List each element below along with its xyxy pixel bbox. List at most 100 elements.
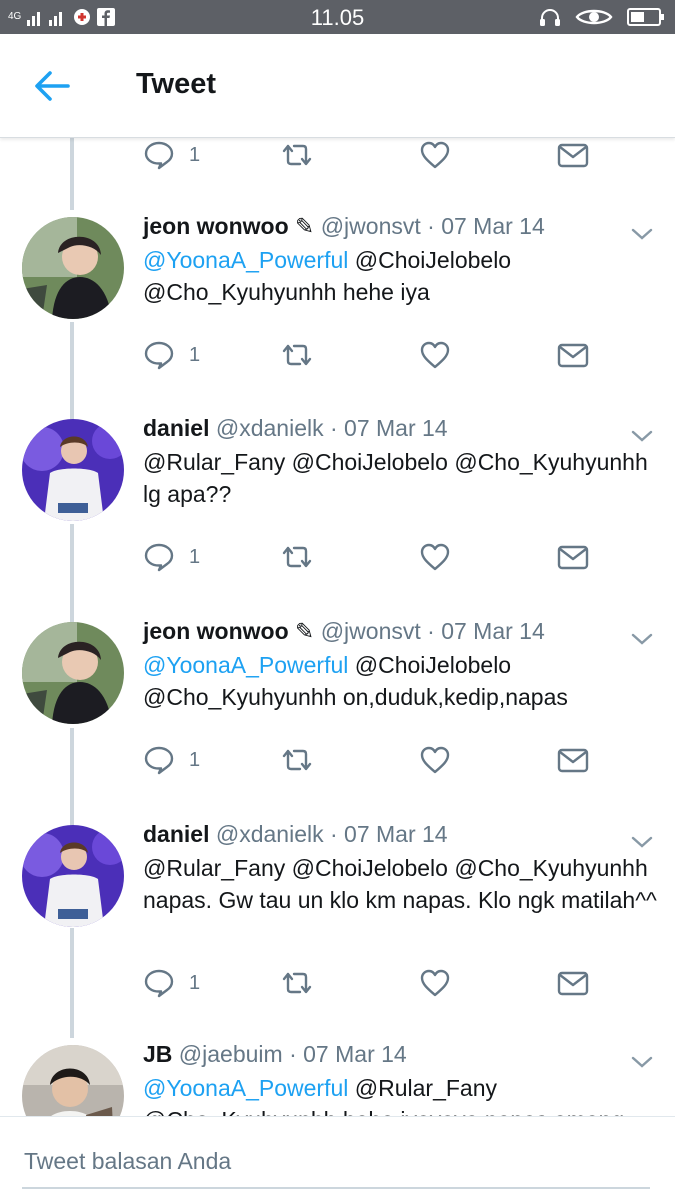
direct-message-button[interactable] bbox=[557, 540, 589, 574]
heart-icon bbox=[420, 969, 450, 997]
like-button[interactable] bbox=[419, 540, 451, 574]
heart-icon bbox=[420, 746, 450, 774]
tweet[interactable]: daniel @xdanielk · 07 Mar 14 @Rular_Fany… bbox=[0, 412, 675, 614]
avatar[interactable] bbox=[22, 419, 124, 521]
conversation-thread[interactable]: 1 jeon wonwoo ✎ @jwonsvt · 07 Mar 14 @Yo… bbox=[0, 138, 675, 1116]
status-right bbox=[539, 6, 665, 28]
reply-icon bbox=[144, 969, 174, 998]
tweet-actions: 1 bbox=[143, 138, 603, 172]
avatar[interactable] bbox=[22, 1045, 124, 1116]
chevron-down-icon[interactable] bbox=[630, 428, 654, 444]
reply-button[interactable]: 1 bbox=[143, 138, 200, 172]
tweet-date: · 07 Mar 14 bbox=[329, 415, 448, 441]
reply-icon bbox=[144, 543, 174, 572]
reply-icon bbox=[144, 746, 174, 775]
mention-link[interactable]: @YoonaA_Powerful bbox=[143, 247, 348, 273]
retweet-icon bbox=[282, 972, 312, 994]
tweet-text: @YoonaA_Powerful @ChoiJelobelo @Cho_Kyuh… bbox=[143, 649, 658, 713]
tweet-date: · 07 Mar 14 bbox=[289, 1041, 407, 1067]
mention-link[interactable]: @YoonaA_Powerful bbox=[143, 1075, 348, 1101]
reply-icon bbox=[144, 341, 174, 370]
envelope-icon bbox=[557, 971, 589, 996]
reply-count: 1 bbox=[189, 748, 201, 771]
reply-button[interactable]: 1 bbox=[143, 743, 200, 777]
reply-input[interactable] bbox=[22, 1135, 650, 1189]
direct-message-button[interactable] bbox=[557, 138, 589, 172]
retweet-button[interactable] bbox=[279, 338, 315, 372]
tweet-text: @Rular_Fany @ChoiJelobelo @Cho_Kyuhyunhh… bbox=[143, 449, 648, 507]
display-name[interactable]: jeon wonwoo ✎ bbox=[143, 213, 314, 239]
back-button[interactable] bbox=[32, 68, 72, 104]
retweet-button[interactable] bbox=[279, 743, 315, 777]
tweet-text: @Rular_Fany @ChoiJelobelo @Cho_Kyuhyunhh… bbox=[143, 855, 657, 913]
chevron-down-icon[interactable] bbox=[630, 834, 654, 850]
retweet-button[interactable] bbox=[279, 540, 315, 574]
heart-icon bbox=[420, 141, 450, 169]
chevron-down-icon[interactable] bbox=[630, 1054, 654, 1070]
tweet[interactable]: jeon wonwoo ✎ @jwonsvt · 07 Mar 14 @Yoon… bbox=[0, 210, 675, 412]
avatar[interactable] bbox=[22, 825, 124, 927]
reply-button[interactable]: 1 bbox=[143, 540, 200, 574]
mention-link[interactable]: @YoonaA_Powerful bbox=[143, 652, 348, 678]
battery-icon bbox=[627, 8, 664, 26]
retweet-icon bbox=[282, 144, 312, 166]
status-bar: 4G 11.05 bbox=[0, 0, 675, 34]
user-handle[interactable]: @xdanielk bbox=[216, 415, 324, 441]
chevron-down-icon[interactable] bbox=[630, 226, 654, 242]
tweet-text: @YoonaA_Powerful @ChoiJelobelo @Cho_Kyuh… bbox=[143, 244, 658, 308]
retweet-button[interactable] bbox=[279, 966, 315, 1000]
envelope-icon bbox=[557, 545, 589, 570]
tweet-date: · 07 Mar 14 bbox=[427, 618, 545, 644]
arrow-left-icon bbox=[35, 71, 70, 101]
heart-icon bbox=[420, 543, 450, 571]
top-app-bar: Tweet bbox=[0, 34, 675, 138]
user-handle[interactable]: @xdanielk bbox=[216, 821, 324, 847]
tweet-actions: 1 bbox=[143, 966, 603, 1000]
reply-button[interactable]: 1 bbox=[143, 338, 200, 372]
retweet-icon bbox=[282, 344, 312, 366]
headphones-icon bbox=[540, 9, 560, 26]
tweet-date: · 07 Mar 14 bbox=[427, 213, 545, 239]
tweet[interactable]: jeon wonwoo ✎ @jwonsvt · 07 Mar 14 @Yoon… bbox=[0, 615, 675, 817]
display-name[interactable]: JB bbox=[143, 1041, 172, 1067]
like-button[interactable] bbox=[419, 138, 451, 172]
envelope-icon bbox=[557, 143, 589, 168]
tweet-text: @YoonaA_Powerful @Rular_Fany @Cho_Kyuhyu… bbox=[143, 1072, 658, 1116]
tweet-header: daniel @xdanielk · 07 Mar 14 bbox=[143, 821, 448, 848]
user-handle[interactable]: @jwonsvt bbox=[321, 213, 421, 239]
retweet-button[interactable] bbox=[279, 138, 315, 172]
thread-line bbox=[70, 138, 74, 210]
like-button[interactable] bbox=[419, 743, 451, 777]
avatar[interactable] bbox=[22, 217, 124, 319]
user-handle[interactable]: @jaebuim bbox=[179, 1041, 283, 1067]
reply-composer bbox=[0, 1116, 675, 1200]
reply-count: 1 bbox=[189, 545, 201, 568]
envelope-icon bbox=[557, 343, 589, 368]
avatar[interactable] bbox=[22, 622, 124, 724]
tweet-header: daniel @xdanielk · 07 Mar 14 bbox=[143, 415, 448, 442]
tweet-header: jeon wonwoo ✎ @jwonsvt · 07 Mar 14 bbox=[143, 618, 545, 645]
direct-message-button[interactable] bbox=[557, 338, 589, 372]
user-handle[interactable]: @jwonsvt bbox=[321, 618, 421, 644]
display-name[interactable]: daniel bbox=[143, 821, 209, 847]
display-name[interactable]: daniel bbox=[143, 415, 209, 441]
reply-count: 1 bbox=[189, 143, 201, 166]
eye-icon bbox=[575, 9, 613, 25]
tweet[interactable]: JB @jaebuim · 07 Mar 14 @YoonaA_Powerful… bbox=[0, 1038, 675, 1116]
reply-count: 1 bbox=[189, 343, 201, 366]
like-button[interactable] bbox=[419, 338, 451, 372]
reply-count: 1 bbox=[189, 971, 201, 994]
reply-button[interactable]: 1 bbox=[143, 966, 200, 1000]
page-title: Tweet bbox=[136, 68, 217, 100]
tweet[interactable]: daniel @xdanielk · 07 Mar 14 @Rular_Fany… bbox=[0, 818, 675, 1040]
chevron-down-icon[interactable] bbox=[630, 631, 654, 647]
heart-icon bbox=[420, 341, 450, 369]
tweet-header: JB @jaebuim · 07 Mar 14 bbox=[143, 1041, 407, 1068]
envelope-icon bbox=[557, 748, 589, 773]
direct-message-button[interactable] bbox=[557, 743, 589, 777]
direct-message-button[interactable] bbox=[557, 966, 589, 1000]
reply-icon bbox=[144, 141, 174, 170]
tweet-date: · 07 Mar 14 bbox=[329, 821, 448, 847]
like-button[interactable] bbox=[419, 966, 451, 1000]
display-name[interactable]: jeon wonwoo ✎ bbox=[143, 618, 314, 644]
